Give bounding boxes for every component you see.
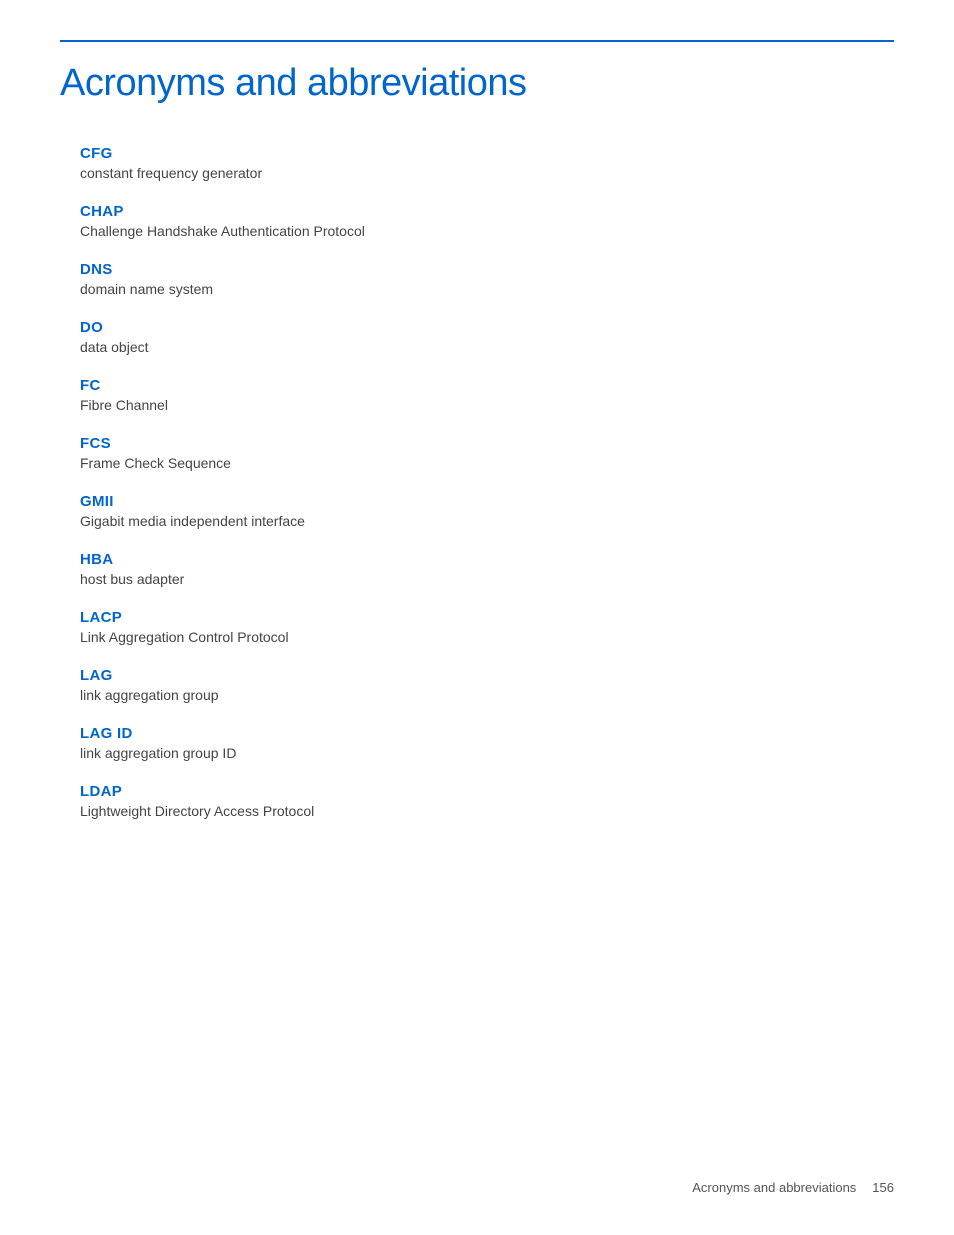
acronym-term: CHAP bbox=[80, 203, 894, 220]
footer-text: Acronyms and abbreviations bbox=[692, 1180, 856, 1195]
acronym-term: FCS bbox=[80, 435, 894, 452]
list-item: LDAP Lightweight Directory Access Protoco… bbox=[80, 783, 894, 819]
acronym-term: LACP bbox=[80, 609, 894, 626]
list-item: CHAP Challenge Handshake Authentication P… bbox=[80, 203, 894, 239]
list-item: FC Fibre Channel bbox=[80, 377, 894, 413]
acronym-definition: Link Aggregation Control Protocol bbox=[80, 629, 894, 645]
page-container: Acronyms and abbreviations CFG constant f… bbox=[0, 0, 954, 1235]
list-item: HBA host bus adapter bbox=[80, 551, 894, 587]
acronym-definition: domain name system bbox=[80, 281, 894, 297]
acronym-term: FC bbox=[80, 377, 894, 394]
page-title: Acronyms and abbreviations bbox=[60, 62, 894, 105]
list-item: LAG ID link aggregation group ID bbox=[80, 725, 894, 761]
acronym-definition: Gigabit media independent interface bbox=[80, 513, 894, 529]
list-item: LACP Link Aggregation Control Protocol bbox=[80, 609, 894, 645]
acronym-term: DO bbox=[80, 319, 894, 336]
acronym-term: LAG bbox=[80, 667, 894, 684]
acronym-term: HBA bbox=[80, 551, 894, 568]
acronym-term: GMII bbox=[80, 493, 894, 510]
acronym-definition: Lightweight Directory Access Protocol bbox=[80, 803, 894, 819]
acronym-definition: data object bbox=[80, 339, 894, 355]
list-item: GMII Gigabit media independent interface bbox=[80, 493, 894, 529]
acronym-term: LAG ID bbox=[80, 725, 894, 742]
acronym-definition: Frame Check Sequence bbox=[80, 455, 894, 471]
footer-page-number: 156 bbox=[872, 1180, 894, 1195]
acronym-term: DNS bbox=[80, 261, 894, 278]
list-item: FCS Frame Check Sequence bbox=[80, 435, 894, 471]
acronym-definition: Fibre Channel bbox=[80, 397, 894, 413]
acronym-definition: link aggregation group bbox=[80, 687, 894, 703]
top-rule bbox=[60, 40, 894, 42]
page-footer: Acronyms and abbreviations 156 bbox=[692, 1180, 894, 1195]
acronym-definition: link aggregation group ID bbox=[80, 745, 894, 761]
list-item: CFG constant frequency generator bbox=[80, 145, 894, 181]
acronym-list: CFG constant frequency generator CHAP Chall… bbox=[80, 145, 894, 819]
acronym-term: CFG bbox=[80, 145, 894, 162]
list-item: DNS domain name system bbox=[80, 261, 894, 297]
acronym-definition: constant frequency generator bbox=[80, 165, 894, 181]
acronym-definition: Challenge Handshake Authentication Proto… bbox=[80, 223, 894, 239]
list-item: DO data object bbox=[80, 319, 894, 355]
list-item: LAG link aggregation group bbox=[80, 667, 894, 703]
acronym-term: LDAP bbox=[80, 783, 894, 800]
acronym-definition: host bus adapter bbox=[80, 571, 894, 587]
